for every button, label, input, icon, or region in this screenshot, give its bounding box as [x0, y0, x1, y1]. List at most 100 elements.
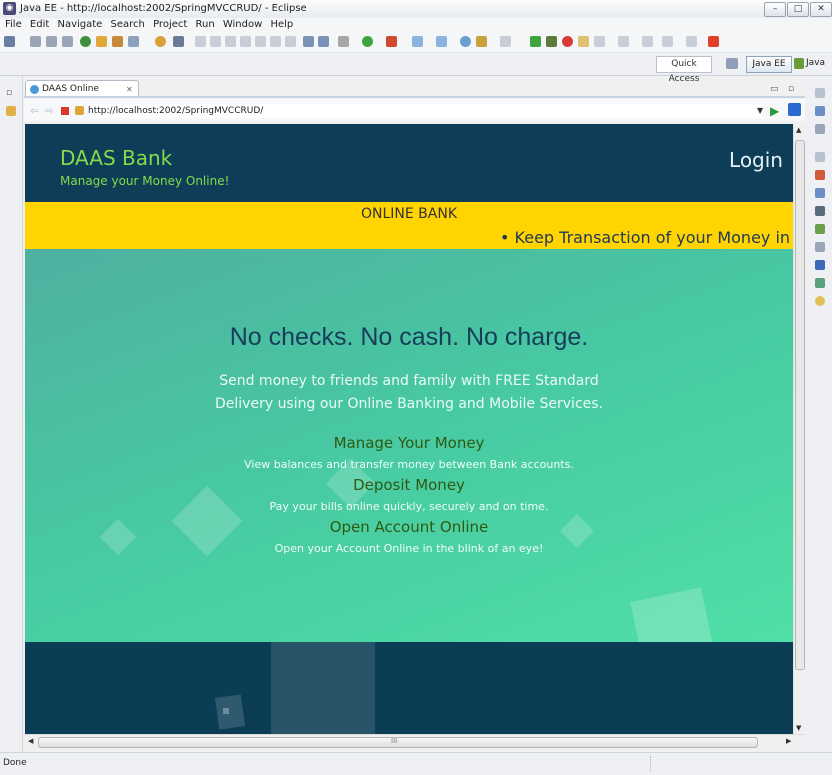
url-history-dropdown-icon[interactable]: ▼ [757, 106, 763, 115]
wizard-icon[interactable] [128, 36, 139, 47]
profile-icon[interactable] [155, 36, 166, 47]
banner-title: ONLINE BANK [360, 206, 458, 222]
feature-title: Open Account Online [329, 518, 489, 536]
feature-desc: Pay your bills online quickly, securely … [269, 500, 549, 513]
last-edit-icon[interactable] [642, 36, 653, 47]
step-over-icon[interactable] [270, 36, 281, 47]
forward-icon[interactable] [686, 36, 697, 47]
feature-title: Deposit Money [353, 476, 465, 494]
quick-access-field[interactable]: Quick Access [656, 56, 712, 84]
new-icon[interactable] [4, 36, 15, 47]
toolbar-overflow-icon[interactable] [708, 36, 719, 47]
feature-desc: Open your Account Online in the blink of… [274, 542, 544, 555]
task-list-icon[interactable] [815, 124, 825, 134]
restore-bottom-icon[interactable] [815, 152, 825, 162]
decor-square [271, 642, 375, 734]
status-separator [650, 756, 652, 772]
disconnect-icon[interactable] [240, 36, 251, 47]
url-field[interactable]: http://localhost:2002/SpringMVCCRUD/ [88, 104, 763, 118]
search-view-icon[interactable] [815, 296, 825, 306]
properties-icon[interactable] [815, 188, 825, 198]
server-icon[interactable] [80, 36, 91, 47]
maximize-editor-icon[interactable]: ▫ [788, 84, 794, 94]
scroll-up-icon[interactable]: ▲ [796, 126, 801, 134]
open-type-icon[interactable] [96, 36, 107, 47]
data-source-icon[interactable] [815, 224, 825, 234]
vertical-scroll-thumb[interactable] [795, 140, 805, 670]
terminate-icon[interactable] [225, 36, 236, 47]
skip-breakpoints-icon[interactable] [173, 36, 184, 47]
open-external-browser-icon[interactable] [788, 103, 801, 116]
back-icon[interactable] [662, 36, 673, 47]
new-interface-icon[interactable] [436, 36, 447, 47]
resume-icon[interactable] [195, 36, 206, 47]
stop-loading-icon[interactable] [61, 107, 69, 115]
menu-navigate[interactable]: Navigate [57, 18, 102, 32]
horizontal-scroll-thumb[interactable]: III [38, 737, 758, 748]
snippets-icon[interactable] [815, 242, 825, 252]
menu-file[interactable]: File [5, 18, 22, 32]
site-tagline: Manage your Money Online! [60, 174, 230, 188]
scroll-right-icon[interactable]: ▶ [786, 737, 791, 745]
forward-arrow-icon[interactable]: ⇨ [45, 106, 53, 117]
menu-help[interactable]: Help [270, 18, 293, 32]
annotation-icon[interactable] [500, 36, 511, 47]
search-icon[interactable] [476, 36, 487, 47]
login-link[interactable]: Login [729, 148, 783, 172]
next-annotation-icon[interactable] [594, 36, 605, 47]
menu-run[interactable]: Run [195, 18, 214, 32]
suspend-icon[interactable] [210, 36, 221, 47]
build-icon[interactable] [546, 36, 557, 47]
debug-icon[interactable] [338, 36, 349, 47]
open-perspective-icon[interactable] [726, 58, 738, 69]
menu-project[interactable]: Project [153, 18, 187, 32]
perspective-java-ee[interactable]: Java EE [746, 56, 792, 73]
prev-annotation-icon[interactable] [618, 36, 629, 47]
scroll-left-icon[interactable]: ◀ [28, 737, 33, 745]
java-perspective-icon [794, 58, 804, 69]
package-icon[interactable] [112, 36, 123, 47]
console-icon[interactable] [815, 260, 825, 270]
menu-bar: File Edit Navigate Search Project Run Wi… [0, 18, 832, 32]
maximize-button[interactable]: □ [787, 2, 809, 17]
project-explorer-icon[interactable] [6, 106, 16, 116]
restore-right-icon[interactable] [815, 88, 825, 98]
print-icon[interactable] [62, 36, 73, 47]
tab-strip-line [24, 96, 805, 98]
run-icon[interactable] [362, 36, 373, 47]
status-text: Done [3, 758, 27, 768]
markers-icon[interactable] [815, 170, 825, 180]
browser-icon[interactable] [460, 36, 471, 47]
pin-icon[interactable] [578, 36, 589, 47]
save-icon[interactable] [30, 36, 41, 47]
servers-icon[interactable] [815, 206, 825, 216]
outline-icon[interactable] [815, 106, 825, 116]
progress-icon[interactable] [815, 278, 825, 288]
minimize-editor-icon[interactable]: ▭ [770, 84, 779, 94]
step-return-icon[interactable] [285, 36, 296, 47]
open-console-icon[interactable] [303, 36, 314, 47]
step-into-icon[interactable] [255, 36, 266, 47]
feature-title: Manage Your Money [333, 434, 485, 452]
go-icon[interactable]: ▶ [770, 104, 779, 118]
back-arrow-icon[interactable]: ⇦ [30, 106, 38, 117]
hero-subline: Send money to friends and family with FR… [215, 373, 603, 412]
close-window-button[interactable]: ✕ [810, 2, 832, 17]
scroll-down-icon[interactable]: ▼ [796, 724, 801, 732]
menu-window[interactable]: Window [223, 18, 262, 32]
minimize-button[interactable]: – [764, 2, 786, 17]
menu-search[interactable]: Search [111, 18, 145, 32]
new-class-icon[interactable] [412, 36, 423, 47]
menu-edit[interactable]: Edit [30, 18, 49, 32]
refresh-icon[interactable] [75, 106, 84, 115]
perspective-java[interactable]: Java [806, 56, 825, 71]
site-brand[interactable]: DAAS Bank [60, 146, 172, 170]
scroll-grip: III [391, 737, 398, 745]
hero-headline: No checks. No cash. No charge. [229, 323, 589, 351]
perspective-icon[interactable] [318, 36, 329, 47]
save-all-icon[interactable] [46, 36, 57, 47]
external-tools-icon[interactable] [386, 36, 397, 47]
restore-icon[interactable]: ▫ [6, 88, 12, 98]
run-server-icon[interactable] [530, 36, 541, 47]
stop-icon[interactable] [562, 36, 573, 47]
